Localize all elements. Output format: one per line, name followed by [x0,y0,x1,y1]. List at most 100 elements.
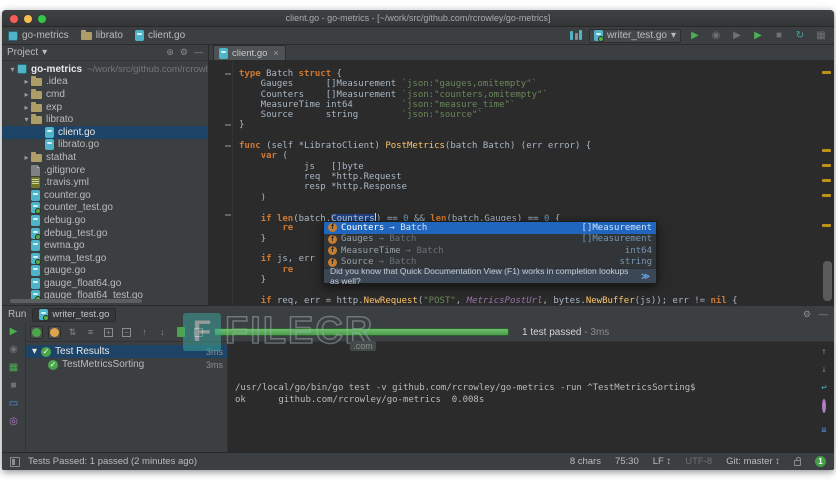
refresh-button[interactable]: ↻ [793,29,807,43]
tree-item-stathat[interactable]: ▸ stathat [2,151,208,164]
breadcrumb-item-go-metrics[interactable]: go-metrics [8,30,69,41]
tree-item-client-go[interactable]: client.go [2,125,208,139]
breadcrumb-item-librato[interactable]: librato [80,30,123,41]
chevron-down-icon[interactable]: ▾ [42,47,47,58]
warning-mark[interactable] [822,149,831,152]
completion-item-MeasureTime[interactable]: f MeasureTime → Batch int64 [324,245,656,257]
close-icon[interactable]: × [273,48,278,58]
chevron-right-icon[interactable]: ▸ [22,103,31,112]
tree-item-cmd[interactable]: ▸ cmd [2,88,208,101]
next-failed-test-icon[interactable]: ↓ [156,326,169,339]
hide-panel-icon[interactable]: — [819,309,828,320]
run-coverage-button[interactable]: ▶ [730,29,744,43]
collapse-all-icon[interactable]: − [120,326,133,339]
status-item-utf-8[interactable]: UTF-8 [685,456,712,467]
lock-icon[interactable] [794,457,801,466]
tree-item-gauge-go[interactable]: gauge.go [2,265,208,278]
tree-item-debug-go[interactable]: debug.go [2,214,208,227]
previous-failed-test-icon[interactable]: ↑ [138,326,151,339]
stop-button[interactable]: ■ [772,29,786,43]
tree-item-gauge_float64-go[interactable]: gauge_float64.go [2,277,208,290]
completion-item-Gauges[interactable]: f Gauges → Batch []Measurement [324,234,656,246]
tree-item-go-metrics[interactable]: ▾ go-metrics ~/work/src/github.com/rcrowle… [2,63,208,76]
chevron-right-icon[interactable]: ▸ [22,77,31,86]
chevron-down-icon[interactable]: ▾ [32,346,37,357]
vcs-changes-icon[interactable] [569,30,582,41]
test-history-icon[interactable] [174,326,187,339]
tree-item-ewma_test-go[interactable]: ewma_test.go [2,252,208,265]
warning-mark[interactable] [822,179,831,182]
warning-mark[interactable] [822,71,831,74]
completion-tip-link[interactable]: ≫ [641,271,650,282]
tree-item-label: counter_test.go [44,202,113,214]
tree-item--gitignore[interactable]: .gitignore [2,164,208,177]
hide-panel-icon[interactable]: — [194,47,203,58]
project-panel: Project ▾ ⊕ ⚙ — ▾ go-metrics ~/work/src/gi… [2,45,209,305]
status-item-git-master-[interactable]: Git: master ↕ [726,456,780,467]
gear-icon[interactable]: ⚙ [803,309,811,320]
status-item-lf-[interactable]: LF ↕ [653,456,671,467]
locate-file-icon[interactable]: ⊕ [166,47,174,58]
completion-item-Counters[interactable]: f Counters → Batch []Measurement [324,222,656,234]
breadcrumb-item-client-go[interactable]: client.go [134,30,185,41]
notification-badge[interactable]: 1 [815,456,826,467]
rerun-tests-button[interactable]: ▶ [751,29,765,43]
warning-mark[interactable] [822,224,831,227]
show-ignored-toggle[interactable] [48,325,61,339]
breadcrumb: go-metrics librato client.go [8,30,185,41]
editor-tab-client-go[interactable]: client.go × [213,45,286,60]
show-passed-toggle[interactable] [30,325,43,339]
status-item-8-chars[interactable]: 8 chars [570,456,601,467]
pin-icon[interactable] [822,399,826,413]
down-stack-icon[interactable]: ↓ [821,364,826,376]
folder-icon [80,30,92,40]
expand-all-icon[interactable]: + [102,326,115,339]
tree-item-counter_test-go[interactable]: counter_test.go [2,202,208,215]
editor-gutter[interactable] [209,61,233,305]
pin-tab-icon[interactable]: ◎ [9,416,18,427]
rerun-button[interactable]: ▶ [10,326,18,337]
coverage-icon[interactable]: ▦ [9,362,18,373]
gear-icon[interactable]: ⚙ [180,47,188,58]
restore-layout-icon[interactable]: ▭ [9,398,18,409]
editor-scrollbar-thumb[interactable] [823,261,832,301]
import-test-results-icon[interactable] [192,326,205,339]
tree-item-librato-go[interactable]: librato.go [2,139,208,152]
run-button[interactable]: ▶ [688,29,702,43]
sort-alphabetically-icon[interactable]: ⇅ [66,326,79,339]
error-stripe[interactable] [820,61,834,305]
test-console-output[interactable]: ↑ ↓ ↩ ⇊ /usr/local/go/bin/go test -v git… [228,342,834,452]
status-item-75-30[interactable]: 75:30 [615,456,639,467]
soft-wrap-icon[interactable]: ↩ [821,382,826,394]
sort-by-duration-icon[interactable]: ≡ [84,326,97,339]
chevron-down-icon[interactable]: ▾ [22,115,31,124]
debug-button[interactable]: ◉ [709,29,723,43]
debug-rerun-icon[interactable]: ◉ [9,344,18,355]
scroll-to-end-icon[interactable]: ⇊ [821,424,826,436]
test-tree-item-Test-Results[interactable]: ▾ ✓ Test Results 3ms [26,345,227,358]
run-configuration-select[interactable]: writer_test.go ▾ [588,28,681,43]
tool-window-toggle-icon[interactable] [10,456,20,467]
tree-item--idea[interactable]: ▸ .idea [2,76,208,89]
warning-mark[interactable] [822,164,831,167]
tree-item-ewma-go[interactable]: ewma.go [2,239,208,252]
tree-item-debug_test-go[interactable]: debug_test.go [2,227,208,240]
test-tree-item-TestMetricsSorting[interactable]: ✓ TestMetricsSorting 3ms [26,358,227,371]
tree-item-librato[interactable]: ▾ librato [2,113,208,126]
test-progress-bar [214,328,509,336]
tree-item-counter-go[interactable]: counter.go [2,189,208,202]
chevron-right-icon[interactable]: ▸ [22,90,31,99]
go-file-icon [45,139,54,151]
completion-origin: → Batch [405,245,444,256]
chevron-right-icon[interactable]: ▸ [22,153,31,162]
tool-windows-icon[interactable]: ▦ [814,29,828,43]
chevron-down-icon[interactable]: ▾ [8,65,17,74]
stop-process-button[interactable]: ■ [10,380,16,391]
code-editor[interactable]: type Batch struct { Gauges []Measurement… [209,61,834,305]
tree-item--travis-yml[interactable]: .travis.yml [2,176,208,189]
horizontal-scrollbar[interactable] [10,299,142,303]
warning-mark[interactable] [822,194,831,197]
tree-item-exp[interactable]: ▸ exp [2,101,208,114]
run-tab-writer-test[interactable]: writer_test.go [32,307,117,322]
up-stack-icon[interactable]: ↑ [821,346,826,358]
